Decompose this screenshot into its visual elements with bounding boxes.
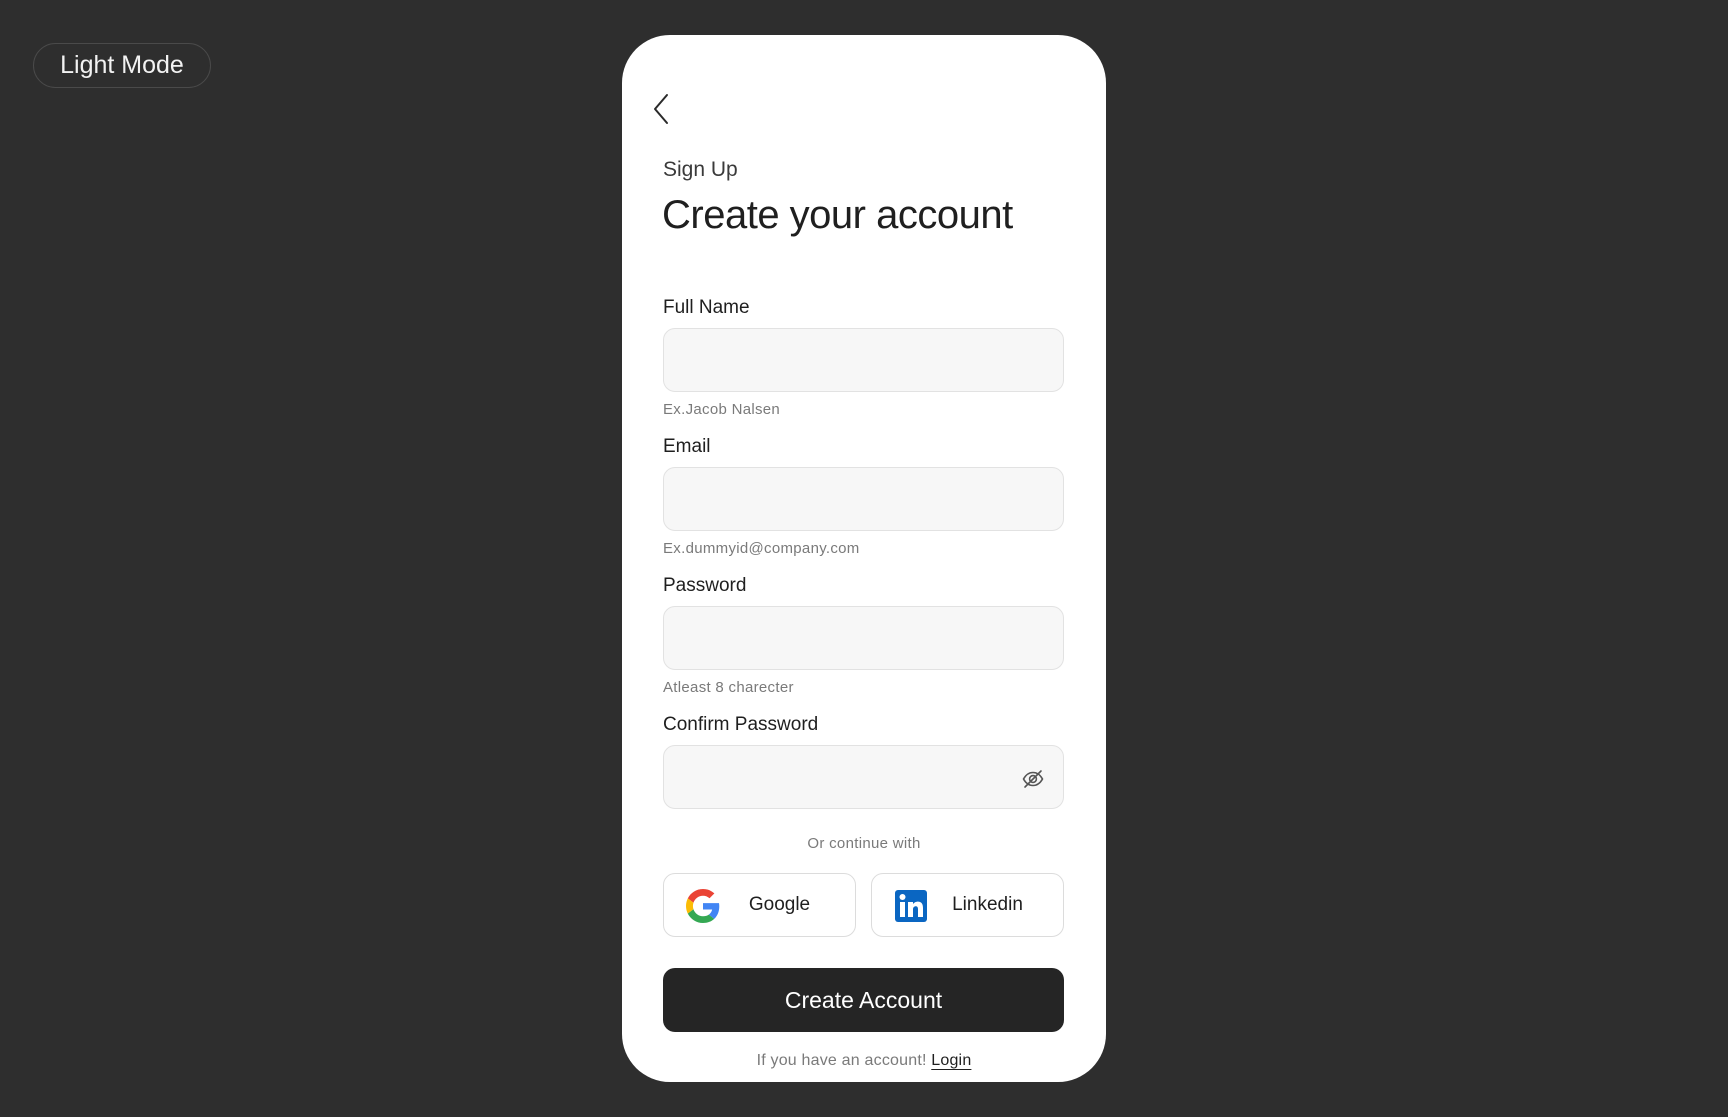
toggle-password-visibility-button[interactable] xyxy=(1021,767,1045,791)
light-mode-toggle[interactable]: Light Mode xyxy=(33,43,211,88)
login-prompt: If you have an account! Login xyxy=(622,1052,1106,1070)
chevron-left-icon xyxy=(654,94,668,124)
signup-card: Sign Up Create your account Full Name Ex… xyxy=(622,35,1106,1082)
password-input[interactable] xyxy=(664,607,1063,669)
password-field-box xyxy=(663,606,1064,670)
full-name-input[interactable] xyxy=(664,329,1063,391)
password-hint: Atleast 8 charecter xyxy=(663,679,794,696)
google-button-label: Google xyxy=(748,894,811,915)
full-name-label: Full Name xyxy=(663,297,750,318)
login-prompt-text: If you have an account! xyxy=(756,1052,927,1069)
password-label: Password xyxy=(663,575,747,596)
google-signin-button[interactable]: Google xyxy=(663,873,856,937)
linkedin-button-label: Linkedin xyxy=(952,894,1023,915)
full-name-field-box xyxy=(663,328,1064,392)
create-account-button[interactable]: Create Account xyxy=(663,968,1064,1032)
confirm-password-label: Confirm Password xyxy=(663,714,819,735)
eye-off-icon xyxy=(1022,770,1044,788)
email-hint: Ex.dummyid@company.com xyxy=(663,540,860,557)
page-title: Create your account xyxy=(662,193,1013,237)
email-label: Email xyxy=(663,436,711,457)
full-name-hint: Ex.Jacob Nalsen xyxy=(663,401,781,418)
confirm-password-field-box xyxy=(663,745,1064,809)
login-link[interactable]: Login xyxy=(931,1052,971,1069)
email-field-box xyxy=(663,467,1064,531)
back-button[interactable] xyxy=(646,89,676,129)
email-input[interactable] xyxy=(664,468,1063,530)
social-divider-text: Or continue with xyxy=(807,835,921,852)
linkedin-signin-button[interactable]: Linkedin xyxy=(871,873,1064,937)
page-eyebrow: Sign Up xyxy=(663,158,738,181)
confirm-password-input[interactable] xyxy=(664,746,1063,808)
